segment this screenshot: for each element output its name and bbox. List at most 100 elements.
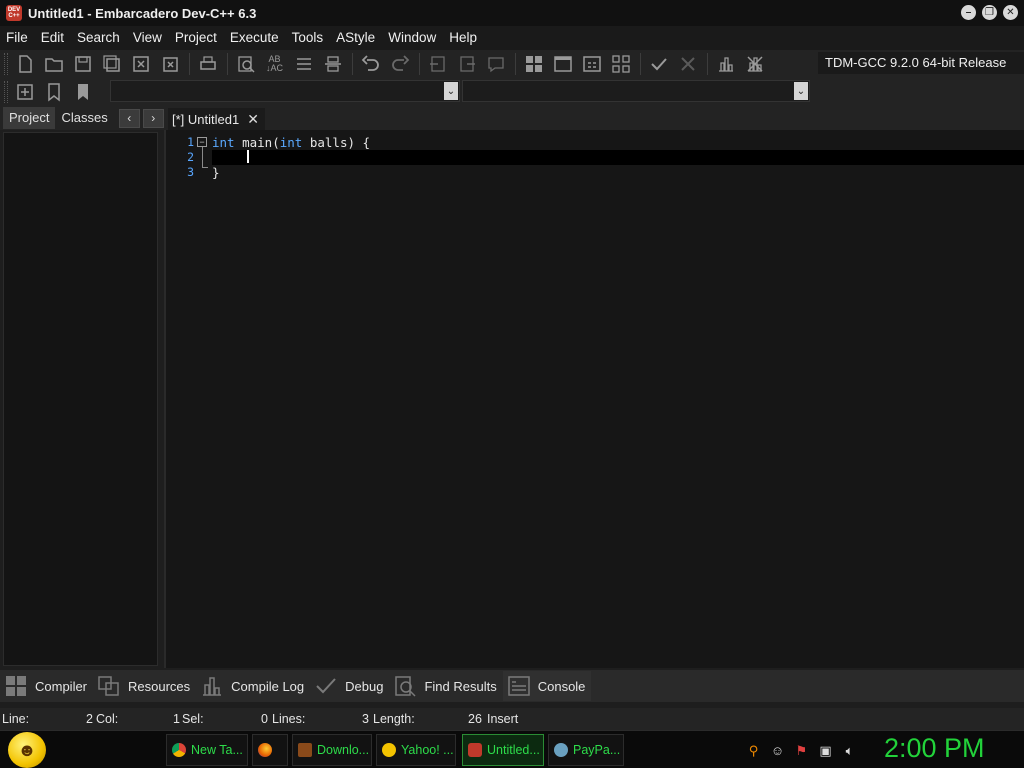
tab-compiler[interactable]: Compiler xyxy=(0,671,93,701)
menu-window[interactable]: Window xyxy=(382,26,443,50)
redo-icon[interactable] xyxy=(386,52,413,76)
close-button[interactable]: ✕ xyxy=(1003,5,1018,20)
status-col-label: Col: xyxy=(96,712,119,726)
open-folder-icon[interactable] xyxy=(40,52,67,76)
close-icon[interactable]: ✕ xyxy=(247,111,259,128)
download-icon xyxy=(298,743,312,757)
chart-icon[interactable] xyxy=(712,52,739,76)
toolbar-grip[interactable] xyxy=(4,81,8,103)
menu-file[interactable]: File xyxy=(0,26,35,50)
app-icon: DEV C++ xyxy=(6,5,22,21)
menu-tools[interactable]: Tools xyxy=(286,26,331,50)
calendar-icon[interactable] xyxy=(578,52,605,76)
menu-astyle[interactable]: AStyle xyxy=(330,26,382,50)
keyword-token: int xyxy=(212,135,235,150)
taskbar-item-chrome[interactable]: New Ta... xyxy=(166,734,248,766)
toolbar-separator xyxy=(227,53,228,75)
action-center-flag-icon[interactable]: ⚑ xyxy=(794,743,809,758)
delete-profile-icon[interactable] xyxy=(741,52,768,76)
minimize-button[interactable]: – xyxy=(961,5,976,20)
taskbar-item-yahoo[interactable]: Yahoo! ... xyxy=(376,734,456,766)
tab-debug[interactable]: Debug xyxy=(310,671,389,701)
collapse-icon[interactable]: − xyxy=(197,137,207,147)
tab-find-results[interactable]: Find Results xyxy=(389,671,502,701)
tab-untitled1[interactable]: [*] Untitled1 ✕ xyxy=(168,108,265,130)
taskbar-clock[interactable]: 2:00 PM xyxy=(884,733,985,764)
network-icon[interactable]: ▣ xyxy=(818,743,833,758)
bookmark-icon[interactable] xyxy=(40,80,67,104)
next-tab-button[interactable]: › xyxy=(142,108,164,128)
tile-icon[interactable] xyxy=(520,52,547,76)
text-caret xyxy=(247,150,249,163)
menu-search[interactable]: Search xyxy=(71,26,127,50)
taskbar-item-downloads[interactable]: Downlo... xyxy=(292,734,372,766)
function-combo[interactable]: ⌄ xyxy=(462,80,810,102)
class-combo[interactable]: ⌄ xyxy=(110,80,460,102)
taskbar-item-paypal[interactable]: PayPa... xyxy=(548,734,624,766)
menu-view[interactable]: View xyxy=(127,26,169,50)
resources-icon xyxy=(97,674,121,698)
code-line-current[interactable] xyxy=(212,150,1024,165)
grid-icon[interactable] xyxy=(607,52,634,76)
compiler-select[interactable]: TDM-GCC 9.2.0 64-bit Release xyxy=(818,52,1024,74)
save-icon[interactable] xyxy=(69,52,96,76)
insert-icon[interactable] xyxy=(11,80,38,104)
taskbar-item-firefox[interactable] xyxy=(252,734,288,766)
tab-resources[interactable]: Resources xyxy=(93,671,196,701)
maximize-view-icon[interactable] xyxy=(549,52,576,76)
taskbar-item-label: PayPa... xyxy=(573,743,621,757)
code-editor[interactable]: 1 2 3 − int main(int balls) { } xyxy=(164,130,1024,668)
toggle-breakpoint-icon[interactable] xyxy=(319,52,346,76)
code-token: balls) { xyxy=(302,135,371,150)
tab-classes[interactable]: Classes xyxy=(55,107,113,129)
fold-marker[interactable]: − xyxy=(197,137,209,168)
messenger-icon[interactable]: ☺ xyxy=(770,743,785,758)
restore-button[interactable]: ❐ xyxy=(982,5,997,20)
menu-project[interactable]: Project xyxy=(169,26,224,50)
tab-console[interactable]: Console xyxy=(502,671,592,701)
prev-tab-button[interactable]: ‹ xyxy=(118,108,140,128)
status-lines-label: Lines: xyxy=(272,712,306,726)
save-all-icon[interactable] xyxy=(98,52,125,76)
status-line-label: Line: xyxy=(2,712,30,726)
tab-compile-log[interactable]: Compile Log xyxy=(196,671,310,701)
indent-icon[interactable] xyxy=(424,52,451,76)
chevron-down-icon[interactable]: ⌄ xyxy=(444,82,458,100)
menu-help[interactable]: Help xyxy=(443,26,484,50)
goto-line-icon[interactable] xyxy=(290,52,317,76)
find-icon[interactable] xyxy=(232,52,259,76)
project-tree[interactable] xyxy=(3,132,158,666)
print-icon[interactable] xyxy=(194,52,221,76)
menu-edit[interactable]: Edit xyxy=(35,26,71,50)
tab-find-results-label: Find Results xyxy=(424,678,497,694)
devcpp-icon xyxy=(468,743,482,757)
left-panel-tabs: Project Classes ‹ › xyxy=(0,106,164,130)
volume-icon[interactable]: 🔈︎ xyxy=(842,743,857,758)
replace-icon[interactable]: AB ↓AC xyxy=(261,52,288,76)
undo-icon[interactable] xyxy=(357,52,384,76)
chevron-down-icon[interactable]: ⌄ xyxy=(794,82,808,100)
start-button[interactable]: ☻ xyxy=(8,732,46,768)
toolbar-grip[interactable] xyxy=(4,53,8,75)
close-all-icon[interactable] xyxy=(156,52,183,76)
close-file-icon[interactable] xyxy=(127,52,154,76)
menu-execute[interactable]: Execute xyxy=(224,26,286,50)
new-file-icon[interactable] xyxy=(11,52,38,76)
tab-project[interactable]: Project xyxy=(3,107,56,129)
unindent-icon[interactable] xyxy=(453,52,480,76)
editor-tab-bar: [*] Untitled1 ✕ xyxy=(164,106,1024,130)
goto-bookmark-icon[interactable] xyxy=(69,80,96,104)
keyword-token: int xyxy=(279,135,303,150)
check-icon[interactable] xyxy=(645,52,672,76)
code-area[interactable]: int main(int balls) { } xyxy=(212,135,1024,180)
line-number: 2 xyxy=(187,150,194,164)
taskbar-item-devcpp[interactable]: Untitled... xyxy=(462,734,544,766)
search-icon[interactable]: ⚲ xyxy=(746,743,761,758)
cross-icon[interactable] xyxy=(674,52,701,76)
comment-icon[interactable] xyxy=(482,52,509,76)
code-line[interactable]: int main(int balls) { xyxy=(212,135,1024,150)
tab-compiler-label: Compiler xyxy=(35,678,88,694)
status-length-label: Length: xyxy=(373,712,415,726)
code-line[interactable]: } xyxy=(212,165,1024,180)
status-lines-value: 3 xyxy=(362,712,369,726)
